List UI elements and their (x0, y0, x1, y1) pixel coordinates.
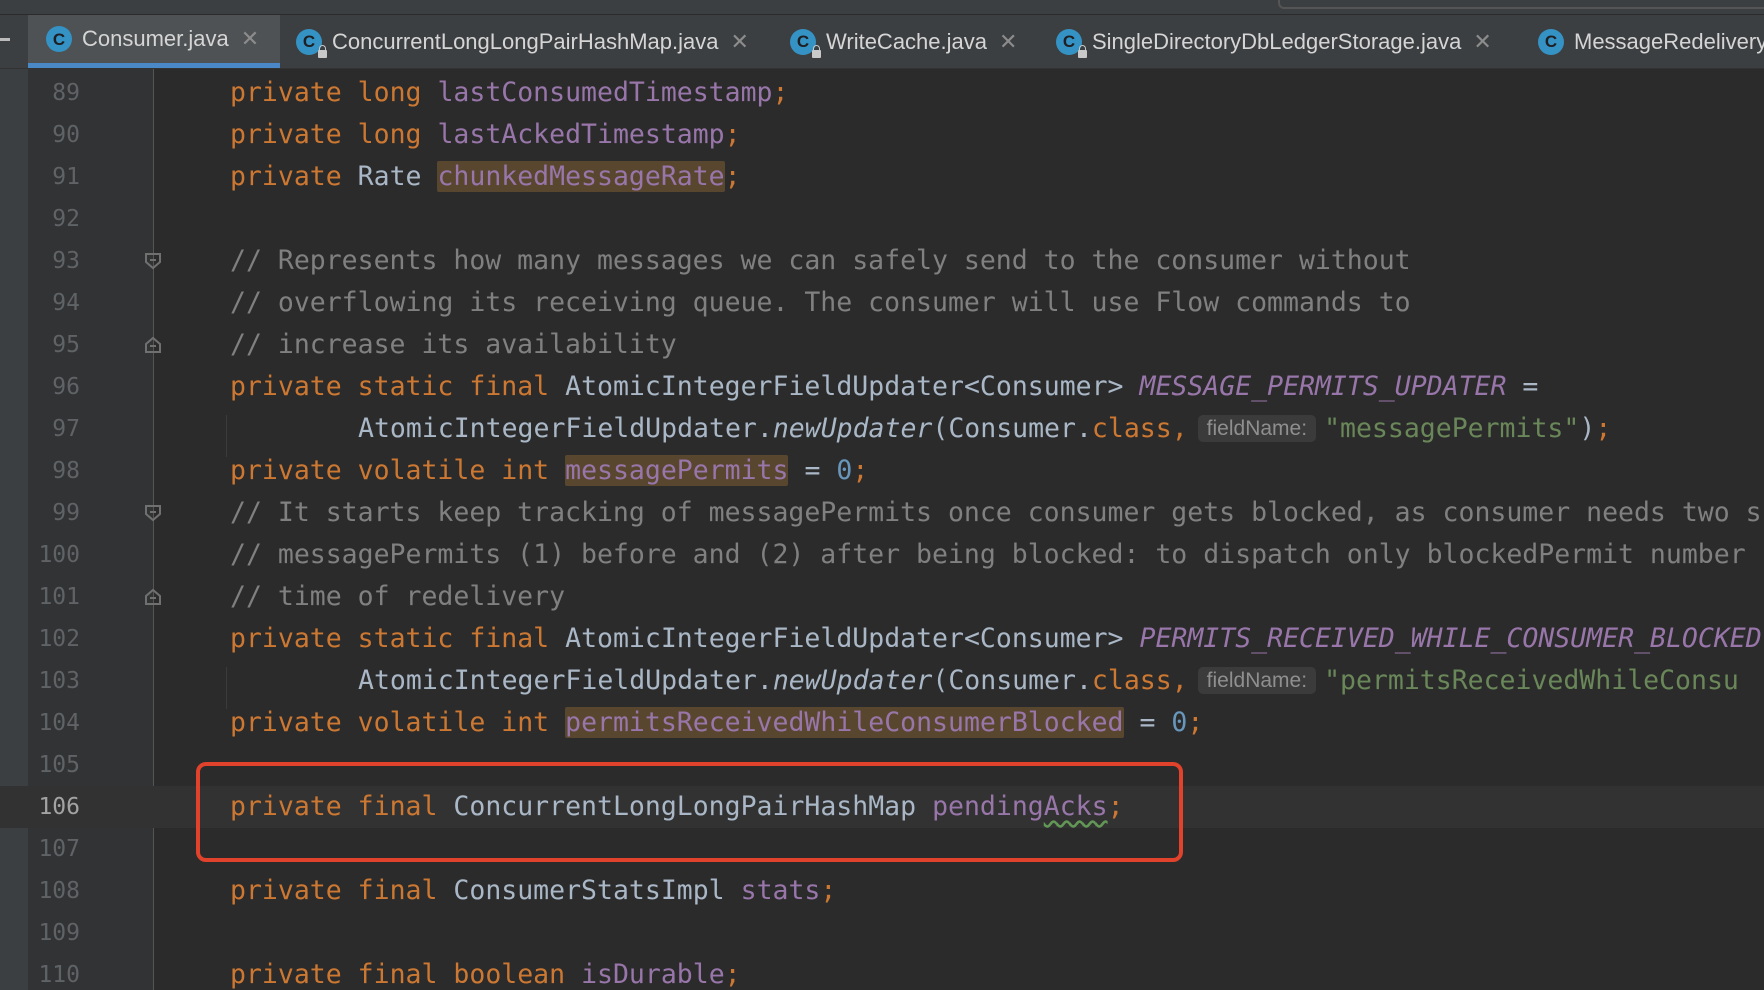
code-line: 93 // Represents how many messages we ca… (0, 240, 1764, 282)
code-line: 102 private static final AtomicIntegerFi… (0, 618, 1764, 660)
java-class-locked-icon: C (1056, 28, 1087, 58)
line-number: 103 (38, 668, 80, 694)
line-number: 109 (38, 920, 80, 946)
code-comment: // messagePermits (1) before and (2) aft… (230, 539, 1746, 570)
close-tab-icon[interactable]: ✕ (999, 29, 1017, 55)
fold-end-icon[interactable] (144, 336, 162, 354)
code-line: 100 // messagePermits (1) before and (2)… (0, 534, 1764, 576)
code-comment: // overflowing its receiving queue. The … (230, 287, 1411, 318)
code-line: 104 private volatile int permitsReceived… (0, 702, 1764, 744)
tab-concurrentlonglongpairhashmap-java[interactable]: C ConcurrentLongLongPairHashMap.java ✕ (296, 15, 766, 68)
code-line: 109 (0, 912, 1764, 954)
close-tab-icon[interactable]: ✕ (241, 26, 259, 52)
java-class-icon: C (1538, 28, 1564, 55)
code-text: AtomicIntegerFieldUpdater.newUpdater(Con… (358, 413, 1612, 444)
code-line: 91 private Rate chunkedMessageRate; (0, 156, 1764, 198)
line-number: 100 (38, 542, 80, 568)
code-comment: // Represents how many messages we can s… (230, 245, 1411, 276)
java-class-locked-icon: C (296, 28, 327, 58)
line-number: 92 (52, 206, 80, 232)
line-number: 104 (38, 710, 80, 736)
search-field-edge (1278, 0, 1764, 9)
parameter-hint: fieldName: (1197, 667, 1317, 694)
tab-label: SingleDirectoryDbLedgerStorage.java (1092, 28, 1462, 54)
code-line: 92 (0, 198, 1764, 240)
tab-label: WriteCache.java (826, 28, 987, 54)
code-line: 110 private final boolean isDurable; (0, 954, 1764, 990)
code-text: private static final AtomicIntegerFieldU… (230, 623, 1762, 654)
code-line: 103 AtomicIntegerFieldUpdater.newUpdater… (0, 660, 1764, 702)
line-number: 89 (52, 80, 80, 106)
code-line: 96 private static final AtomicIntegerFie… (0, 366, 1764, 408)
code-text: private Rate chunkedMessageRate; (230, 161, 741, 192)
parameter-hint: fieldName: (1197, 415, 1317, 442)
line-number: 93 (52, 248, 80, 274)
lock-icon (318, 44, 327, 58)
code-line: 101 // time of redelivery (0, 576, 1764, 618)
tab-consumer-java[interactable]: C Consumer.java ✕ (28, 15, 280, 68)
tab-messageredelivery[interactable]: C MessageRedelivery (1538, 15, 1764, 68)
annotation-highlight-box (196, 762, 1183, 862)
code-line: 98 private volatile int messagePermits =… (0, 450, 1764, 492)
code-text: private final ConsumerStatsImpl stats; (230, 875, 837, 906)
code-text: private volatile int permitsReceivedWhil… (230, 707, 1204, 738)
code-line: 108 private final ConsumerStatsImpl stat… (0, 870, 1764, 912)
line-number: 90 (52, 122, 80, 148)
code-comment: // time of redelivery (230, 581, 566, 612)
code-line: 94 // overflowing its receiving queue. T… (0, 282, 1764, 324)
line-number: 110 (38, 962, 80, 988)
java-class-icon: C (46, 26, 72, 52)
code-line: 95 // increase its availability (0, 324, 1764, 366)
line-number: 105 (38, 752, 80, 778)
tab-label: Consumer.java (82, 26, 229, 51)
fold-end-icon[interactable] (144, 588, 162, 606)
close-tab-icon[interactable]: ✕ (1473, 29, 1491, 55)
java-class-locked-icon: C (790, 28, 821, 58)
close-tab-icon[interactable]: ✕ (730, 29, 748, 55)
code-text: private long lastConsumedTimestamp; (230, 77, 789, 108)
fold-collapse-icon[interactable] (144, 504, 162, 522)
line-number: 98 (52, 458, 80, 484)
line-number: 102 (38, 626, 80, 652)
fold-collapse-icon[interactable] (144, 252, 162, 270)
code-line: 90 private long lastAckedTimestamp; (0, 114, 1764, 156)
toolbar-strip (0, 0, 1764, 15)
usage-highlight: permitsReceivedWhileConsumerBlocked (565, 707, 1124, 738)
code-line: 89 private long lastConsumedTimestamp; (0, 72, 1764, 114)
code-text: private volatile int messagePermits = 0; (230, 455, 869, 486)
tab-scroll-indicator (0, 38, 10, 41)
usage-highlight: messagePermits (565, 455, 789, 486)
code-text: private long lastAckedTimestamp; (230, 119, 741, 150)
code-line: 99 // It starts keep tracking of message… (0, 492, 1764, 534)
line-number: 95 (52, 332, 80, 358)
code-text: AtomicIntegerFieldUpdater.newUpdater(Con… (358, 665, 1739, 696)
line-number: 108 (38, 878, 80, 904)
unused-field-highlight: chunkedMessageRate (437, 161, 725, 192)
code-comment: // It starts keep tracking of messagePer… (230, 497, 1762, 528)
code-text: private final boolean isDurable; (230, 959, 741, 990)
line-number: 99 (52, 500, 80, 526)
code-line: 97 AtomicIntegerFieldUpdater.newUpdater(… (0, 408, 1764, 450)
editor-tab-bar: C Consumer.java ✕ C ConcurrentLongLongPa… (0, 0, 1764, 69)
tab-writecache-java[interactable]: C WriteCache.java ✕ (790, 15, 1030, 68)
tab-label: MessageRedelivery (1574, 28, 1764, 54)
tab-label: ConcurrentLongLongPairHashMap.java (332, 28, 719, 54)
line-number: 107 (38, 836, 80, 862)
lock-icon (812, 44, 821, 58)
line-number: 106 (38, 794, 80, 820)
tab-singledirectorydbledgerstorage-java[interactable]: C SingleDirectoryDbLedgerStorage.java ✕ (1056, 15, 1526, 68)
line-number: 97 (52, 416, 80, 442)
line-number: 94 (52, 290, 80, 316)
lock-icon (1078, 44, 1087, 58)
line-number: 91 (52, 164, 80, 190)
line-number: 96 (52, 374, 80, 400)
code-text: private static final AtomicIntegerFieldU… (230, 371, 1539, 402)
line-number: 101 (38, 584, 80, 610)
code-comment: // increase its availability (230, 329, 677, 360)
